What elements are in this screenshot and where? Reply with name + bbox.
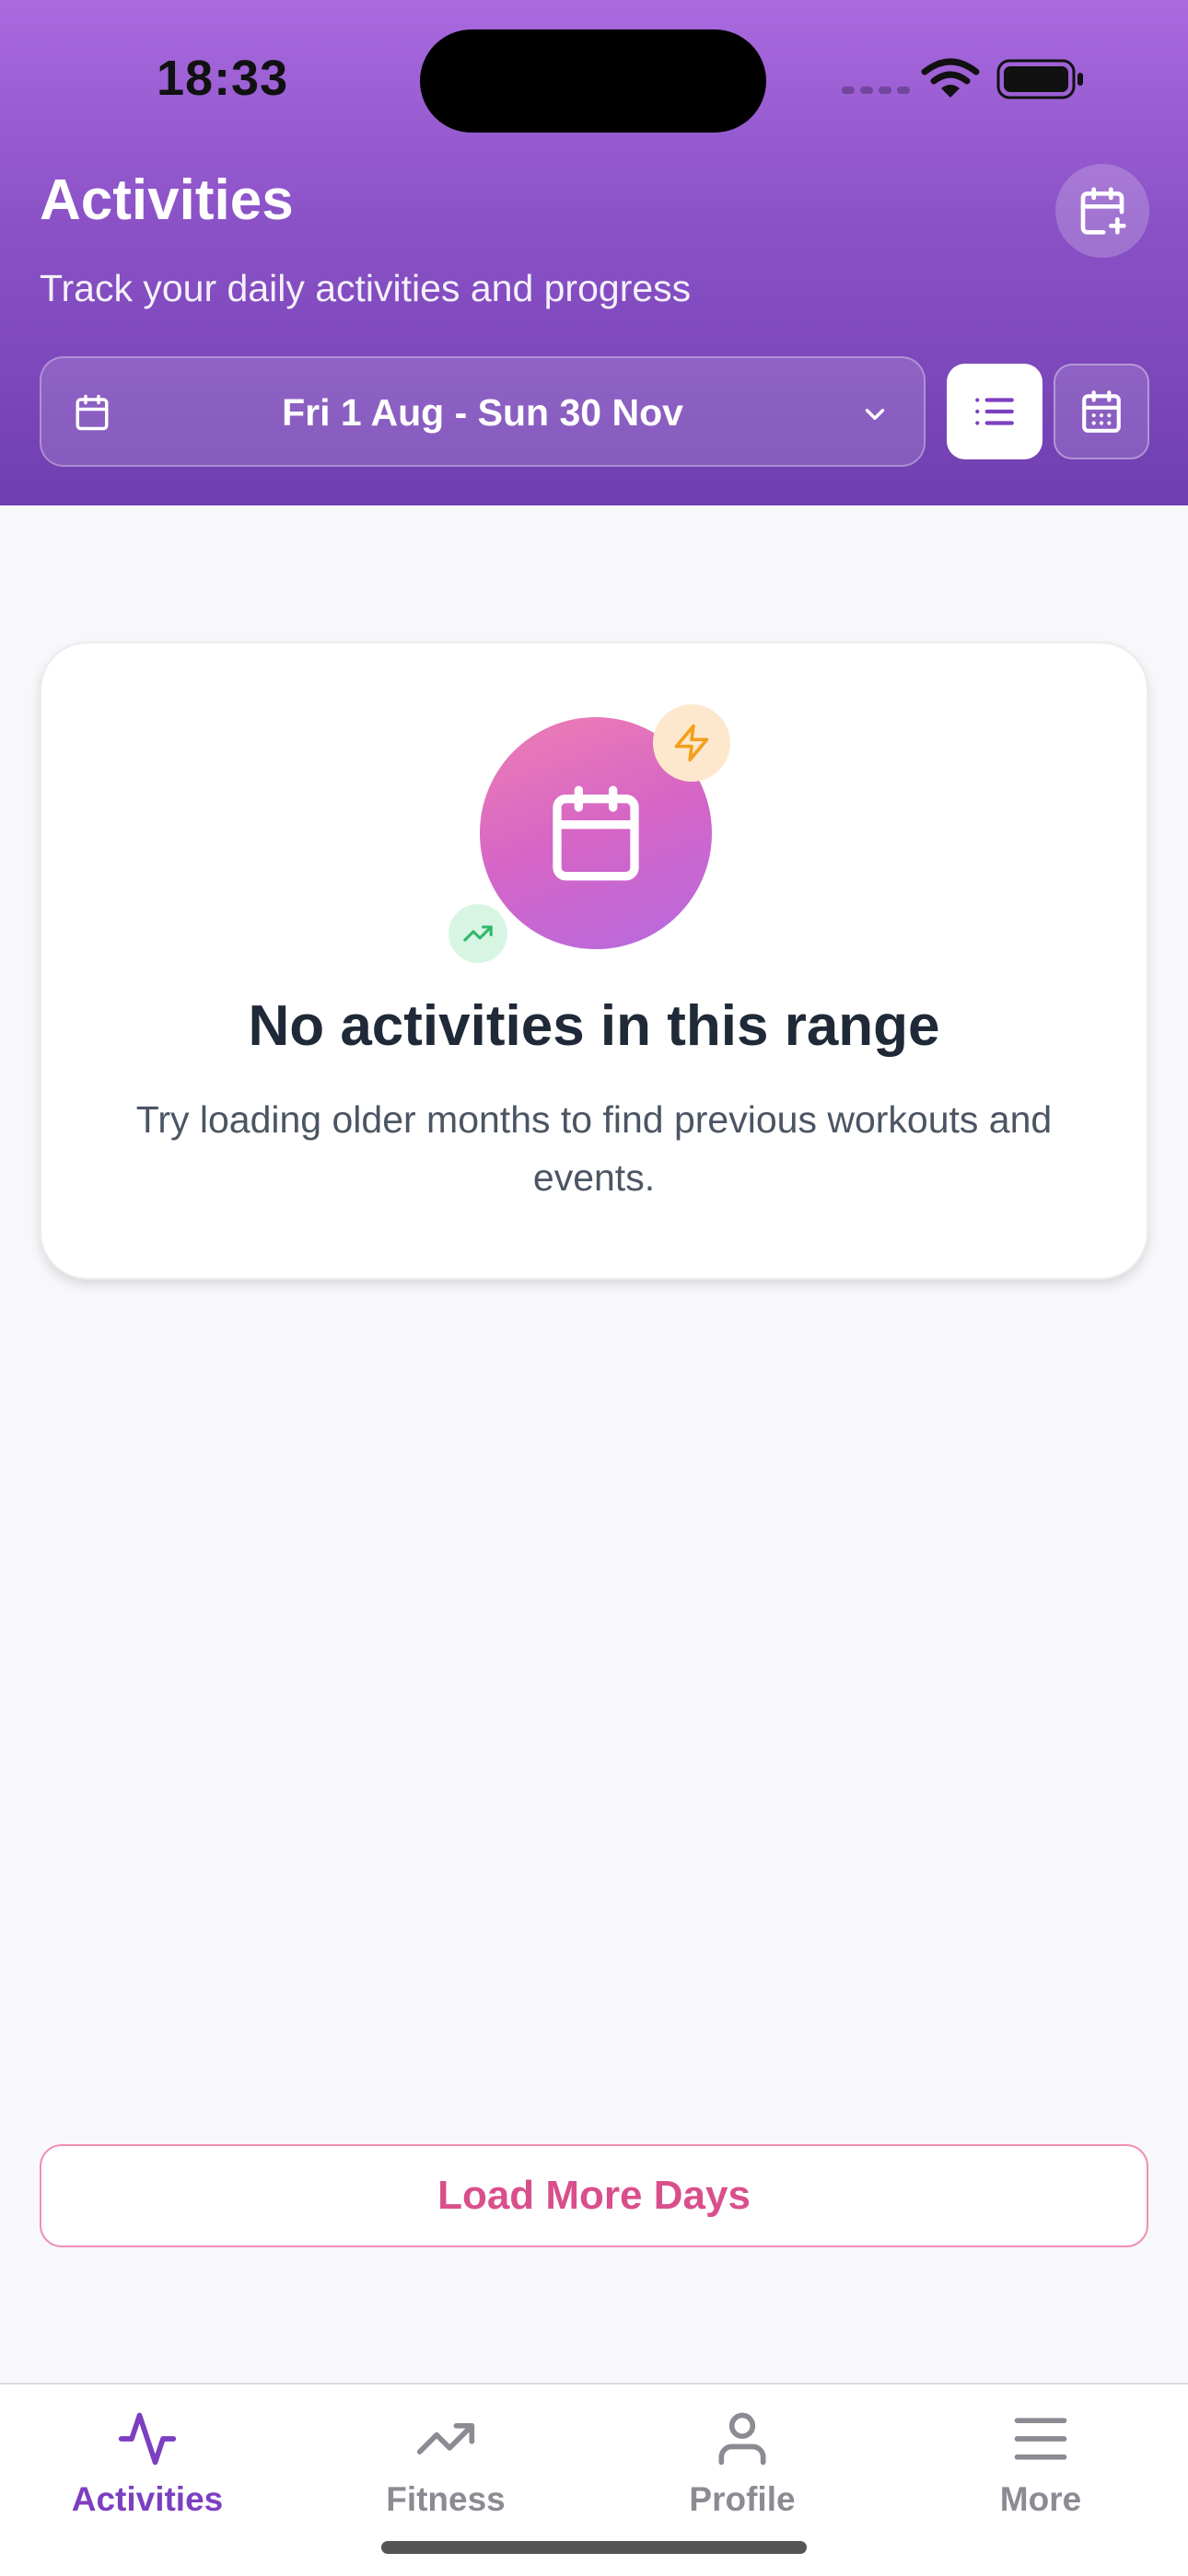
add-event-button[interactable] [1055,164,1149,258]
menu-icon [1014,2418,1067,2460]
status-time: 18:33 [157,51,289,106]
date-range-label: Fri 1 Aug - Sun 30 Nov [282,391,683,434]
home-indicator [381,2541,807,2554]
activity-pulse-icon [118,2412,177,2466]
tab-more[interactable]: More [930,2405,1151,2519]
calendar-icon [553,785,639,881]
battery-icon [996,59,1083,99]
trend-badge [448,904,507,963]
calendar-grid-icon [1082,390,1121,433]
tab-label: Profile [689,2480,796,2518]
wifi-icon [921,58,980,98]
page-subtitle: Track your daily activities and progress [40,267,692,309]
chevron-down-icon [865,409,885,420]
tab-activities[interactable]: Activities [37,2405,258,2519]
user-icon [718,2412,766,2466]
tab-label: Activities [71,2480,224,2518]
empty-state-description: Try loading older months to find previou… [135,1098,1053,1199]
calendar-view-button[interactable] [1054,364,1149,459]
calendar-plus-icon [1080,187,1126,235]
tab-fitness[interactable]: Fitness [335,2405,556,2519]
tab-profile[interactable]: Profile [632,2405,853,2519]
trending-up-icon [463,925,493,942]
empty-state-card: No activities in this range Try loading … [40,642,1148,1280]
tab-label: Fitness [386,2480,506,2518]
list-icon [975,398,1014,425]
lightning-badge [653,704,730,782]
list-view-button[interactable] [947,364,1042,459]
cellular-signal-icon [842,87,910,94]
date-range-selector[interactable]: Fri 1 Aug - Sun 30 Nov [40,356,926,467]
lightning-icon [674,724,709,762]
page-title: Activities [40,168,294,232]
load-more-button[interactable]: Load More Days [40,2144,1148,2247]
tab-label: More [999,2480,1082,2518]
dynamic-island [420,29,766,133]
header: 18:33 Activities Track your daily activi… [0,0,1188,505]
empty-state-title: No activities in this range [248,994,940,1058]
trending-up-icon [416,2423,475,2454]
